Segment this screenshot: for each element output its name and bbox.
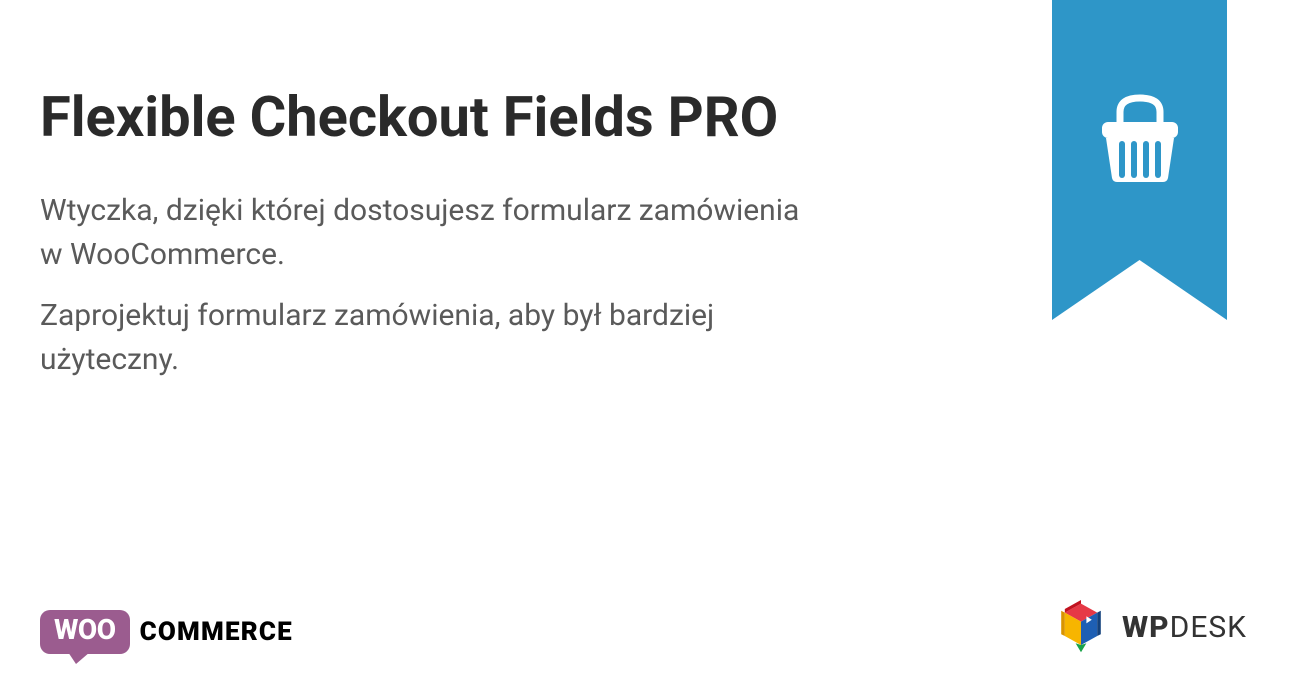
wpdesk-logo: WPDESK — [1054, 600, 1247, 654]
product-description: Wtyczka, dzięki której dostosujesz formu… — [40, 189, 800, 381]
description-line-2: Zaprojektuj formularz zamówienia, aby by… — [40, 294, 800, 381]
description-line-1: Wtyczka, dzięki której dostosujesz formu… — [40, 189, 800, 276]
basket-icon — [1090, 90, 1190, 190]
product-title: Flexible Checkout Fields PRO — [40, 85, 800, 149]
wpdesk-text: WPDESK — [1122, 610, 1247, 645]
ribbon-badge — [1052, 0, 1227, 320]
commerce-text: COMMERCE — [140, 617, 293, 647]
woo-bubble-text: WOO — [54, 613, 116, 646]
wpdesk-cube-icon — [1054, 600, 1108, 654]
woocommerce-logo: WOO COMMERCE — [40, 610, 293, 654]
woo-bubble-icon: WOO — [40, 610, 130, 654]
